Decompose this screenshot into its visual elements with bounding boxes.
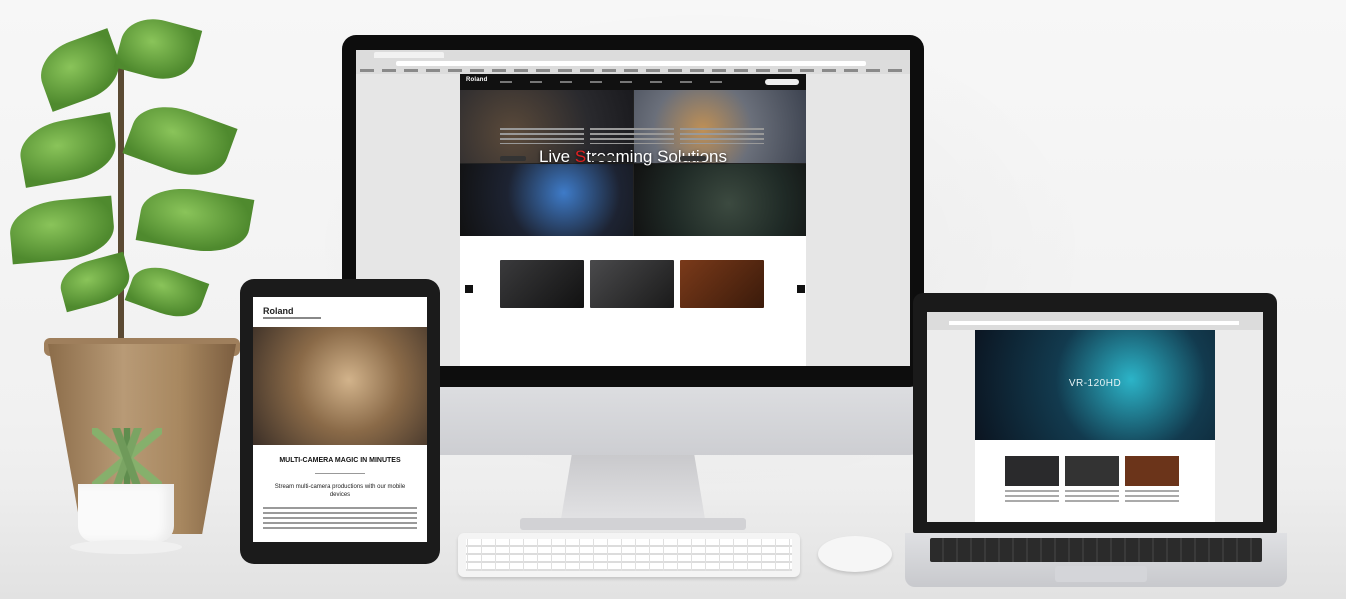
product-image[interactable] — [590, 260, 674, 308]
product-image[interactable] — [1125, 456, 1179, 486]
hero-title-part: Live — [538, 147, 575, 166]
laptop-browser-toolbar — [927, 312, 1263, 330]
tablet-headline: MULTI-CAMERA MAGIC IN MINUTES — [279, 457, 401, 464]
laptop-address-bar[interactable] — [949, 321, 1239, 325]
tablet-body-text — [263, 507, 417, 529]
plant-stem — [118, 60, 124, 350]
hero-banner: Live Streaming Solutions — [460, 90, 806, 236]
site-nav-links[interactable] — [500, 81, 730, 83]
imac-stand-neck — [560, 455, 706, 525]
product-image[interactable] — [1065, 456, 1119, 486]
laptop-keyboard — [930, 538, 1262, 562]
divider — [315, 473, 365, 474]
tablet-logo-tagline — [263, 317, 321, 319]
browser-address-bar[interactable] — [396, 61, 866, 66]
bookmarks-bar[interactable] — [360, 69, 906, 72]
product-description — [1065, 490, 1119, 504]
carousel-prev-arrow-icon[interactable] — [465, 285, 473, 293]
keyboard — [458, 533, 800, 577]
product-image[interactable] — [1005, 456, 1059, 486]
product-description — [500, 128, 584, 144]
product-description — [1005, 490, 1059, 504]
plant-leaf — [122, 94, 238, 188]
website-page: Roland Live Streaming Solutions — [460, 74, 806, 366]
site-search-input[interactable] — [765, 79, 799, 85]
tablet-logo[interactable]: Roland — [263, 306, 294, 316]
hero-photo-tile — [634, 164, 806, 236]
imac-stand-foot — [520, 518, 746, 530]
product-image[interactable] — [680, 260, 764, 308]
mouse — [818, 536, 892, 572]
laptop-website-page: VR-120HD — [975, 330, 1215, 522]
succulent-saucer — [70, 540, 182, 554]
browser-toolbar — [356, 50, 910, 74]
tablet-lead-text: Stream multi-camera productions with our… — [274, 484, 406, 498]
product-carousel — [500, 260, 766, 308]
product-description — [680, 128, 764, 144]
keyboard-keys — [466, 539, 792, 571]
plant-leaf — [135, 180, 255, 260]
plant-leaf — [113, 11, 203, 87]
plant-leaf — [7, 195, 117, 265]
carousel-next-arrow-icon[interactable] — [797, 285, 805, 293]
laptop-screen: VR-120HD — [927, 312, 1263, 522]
laptop-hero-banner: VR-120HD — [975, 330, 1215, 440]
plant-leaf — [15, 112, 121, 188]
tablet-hero-photo — [253, 327, 427, 445]
product-description — [1125, 490, 1179, 504]
tablet-screen: Roland MULTI-CAMERA MAGIC IN MINUTES Str… — [253, 297, 427, 542]
plant-leaf — [124, 258, 210, 326]
browser-tab[interactable] — [374, 52, 444, 58]
hero-title-accent: S — [574, 147, 587, 166]
product-image[interactable] — [500, 260, 584, 308]
product-description — [590, 128, 674, 144]
laptop-trackpad — [1055, 566, 1147, 582]
hero-photo-tile — [460, 164, 633, 236]
laptop-hero-title: VR-120HD — [1068, 378, 1122, 389]
site-navbar: Roland — [460, 74, 806, 90]
product-learn-more-button[interactable] — [680, 156, 706, 161]
site-logo[interactable]: Roland — [466, 77, 488, 83]
product-learn-more-button[interactable] — [500, 156, 526, 161]
plant-leaf — [32, 28, 128, 112]
succulent-pot — [78, 484, 174, 542]
product-learn-more-button[interactable] — [590, 156, 616, 161]
succulent — [92, 428, 162, 488]
